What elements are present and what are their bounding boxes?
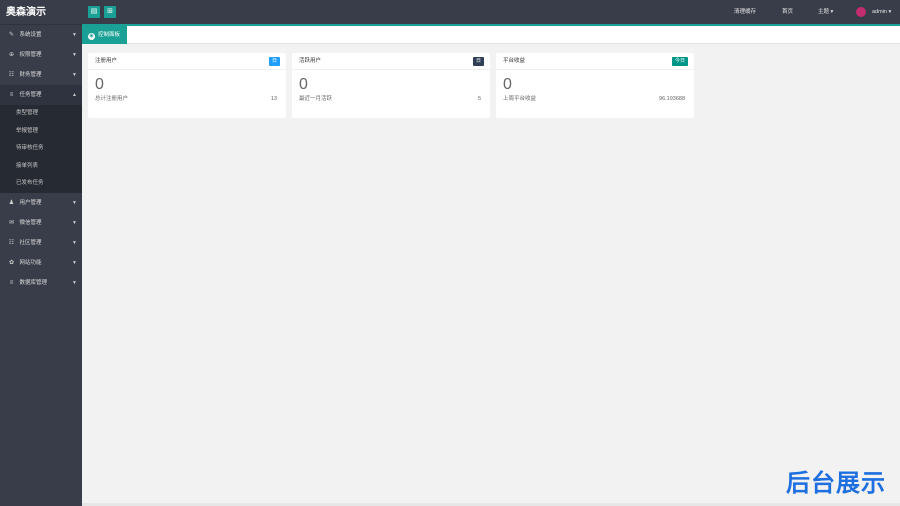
card-title: 活跃用户 [299, 58, 322, 64]
card-header: 平台收益 今日 [496, 53, 694, 70]
avatar[interactable] [856, 7, 866, 17]
chevron-down-icon: ▼ [72, 199, 77, 206]
chevron-down-icon: ▼ [72, 279, 77, 286]
submenu-item-types[interactable]: 类型管理 [0, 105, 82, 123]
menu-toggle-button[interactable]: ▤ [88, 6, 100, 18]
card-badge: 今日 [671, 57, 688, 66]
topbar: ▤ ⊞ 清理缓存 首页 主题 ▾ admin ▾ [82, 0, 900, 25]
sidebar-item-database[interactable]: ≡ 数据库管理 ▼ [0, 273, 82, 293]
sidebar-item-finance[interactable]: ☷ 财务管理 ▼ [0, 65, 82, 85]
tab-dashboard[interactable]: ◉ 控制面板 [82, 26, 127, 44]
card-title: 平台收益 [503, 58, 526, 64]
main-content: 注册用户 日 0 总计注册用户 13 活跃用户 日 0 最近一月活跃 5 平台收… [82, 45, 900, 503]
user-menu[interactable]: admin ▾ [872, 0, 891, 25]
tab-label: 控制面板 [98, 32, 121, 38]
card-badge: 日 [268, 57, 280, 66]
sidebar-item-label: 用户管理 [19, 199, 42, 206]
sidebar-item-permissions[interactable]: ⊕ 权限管理 ▼ [0, 45, 82, 65]
card-value: 0 [95, 76, 104, 93]
submenu-item-pending-review[interactable]: 待审核任务 [0, 140, 82, 158]
card-value: 0 [503, 76, 512, 93]
chevron-down-icon: ▼ [72, 52, 77, 58]
grid-icon: ⊞ [107, 8, 113, 15]
sidebar: 奥森演示 ✎ 系统设置 ▼ ⊕ 权限管理 ▼ ☷ 财务管理 ▼ ≡ 任务管理 ▲… [0, 0, 82, 506]
sidebar-item-label: 权限管理 [19, 52, 42, 58]
card-badge: 日 [472, 57, 484, 66]
stat-card-registered-users: 注册用户 日 0 总计注册用户 13 [88, 53, 286, 118]
card-foot-label: 最近一月活跃 [299, 96, 333, 102]
user-icon: ♟ [8, 199, 15, 206]
sidebar-item-label: 任务管理 [19, 92, 42, 98]
wrench-icon: ✎ [8, 32, 15, 38]
submenu-item-orders[interactable]: 接单列表 [0, 158, 82, 176]
card-foot-value: 5 [477, 96, 481, 102]
sidebar-item-label: 财务管理 [19, 72, 42, 78]
gear-icon: ✿ [8, 259, 15, 266]
menu-icon: ▤ [90, 8, 98, 15]
chart-icon: ☷ [8, 72, 15, 78]
chevron-up-icon: ▲ [72, 92, 77, 98]
database-icon: ≡ [9, 92, 14, 98]
sidebar-item-community[interactable]: ☷ 社区管理 ▼ [0, 233, 82, 253]
theme-dropdown[interactable]: 主题 ▾ [818, 0, 833, 25]
sidebar-item-label: 网站功能 [19, 259, 42, 266]
card-footer: 最近一月活跃 5 [292, 94, 490, 104]
home-link[interactable]: 首页 [782, 0, 793, 25]
globe-icon: ⊕ [8, 52, 15, 58]
sidebar-item-label: 系统设置 [19, 32, 42, 38]
sidebar-item-label: 微信管理 [19, 219, 42, 226]
sidebar-item-users[interactable]: ♟ 用户管理 ▼ [0, 193, 82, 213]
card-header: 活跃用户 日 [292, 53, 490, 70]
sidebar-item-wechat[interactable]: ✉ 微信管理 ▼ [0, 213, 82, 233]
tasks-submenu: 类型管理 举报管理 待审核任务 接单列表 已发布任务 [0, 105, 82, 193]
submenu-item-reports[interactable]: 举报管理 [0, 123, 82, 141]
card-foot-value: 13 [270, 96, 277, 102]
card-footer: 上周平台收益 96.193688 [496, 94, 694, 104]
card-foot-value: 96.193688 [659, 96, 685, 102]
database-icon: ≡ [9, 279, 14, 286]
card-title: 注册用户 [95, 58, 118, 64]
sidebar-item-label: 社区管理 [19, 239, 42, 246]
sidebar-item-site-functions[interactable]: ✿ 网站功能 ▼ [0, 253, 82, 273]
grid-button[interactable]: ⊞ [104, 6, 116, 18]
dashboard-icon: ◉ [88, 33, 95, 40]
sidebar-item-tasks[interactable]: ≡ 任务管理 ▲ [0, 85, 82, 105]
card-foot-label: 总计注册用户 [95, 96, 129, 102]
card-value: 0 [299, 76, 308, 93]
card-footer: 总计注册用户 13 [88, 94, 286, 104]
list-icon: ☷ [8, 239, 15, 246]
stat-card-active-users: 活跃用户 日 0 最近一月活跃 5 [292, 53, 490, 118]
chevron-down-icon: ▼ [72, 219, 77, 226]
chevron-down-icon: ▼ [72, 259, 77, 266]
chat-icon: ✉ [8, 219, 15, 226]
card-header: 注册用户 日 [88, 53, 286, 70]
stat-card-platform-revenue: 平台收益 今日 0 上周平台收益 96.193688 [496, 53, 694, 118]
watermark-text: 后台展示 [786, 470, 886, 497]
clear-cache-link[interactable]: 清理缓存 [734, 0, 756, 25]
sidebar-item-system-settings[interactable]: ✎ 系统设置 ▼ [0, 25, 82, 45]
chevron-down-icon: ▼ [72, 72, 77, 78]
submenu-item-published[interactable]: 已发布任务 [0, 175, 82, 193]
tab-bar: ◉ 控制面板 [82, 26, 900, 44]
app-logo[interactable]: 奥森演示 [0, 0, 82, 25]
sidebar-item-label: 数据库管理 [19, 279, 48, 286]
chevron-down-icon: ▼ [72, 32, 77, 38]
chevron-down-icon: ▼ [72, 239, 77, 246]
card-foot-label: 上周平台收益 [503, 96, 537, 102]
